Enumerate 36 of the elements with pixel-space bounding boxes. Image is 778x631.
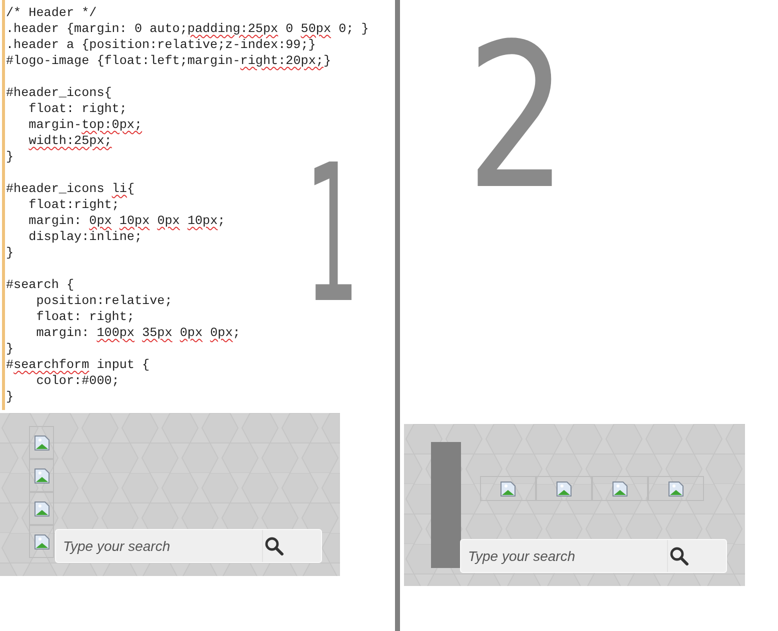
handwritten-number: 1 bbox=[305, 140, 360, 330]
code-line: position:relative; bbox=[35, 293, 172, 309]
search-field[interactable]: Type your search bbox=[55, 529, 322, 563]
code-line: color:#000; bbox=[35, 373, 120, 389]
code-line: #logo-image {float:left;margin-right:20px;} bbox=[5, 53, 331, 69]
code-line: float: right; bbox=[28, 101, 127, 117]
code-line: margin: 100px 35px 0px 0px; bbox=[35, 325, 240, 341]
code-line: margin: 0px 10px 0px 10px; bbox=[28, 213, 226, 229]
code-line: float: right; bbox=[35, 309, 134, 325]
code-line: /* Header */ bbox=[5, 5, 97, 21]
code-line: } bbox=[5, 149, 14, 165]
code-line: #header_icons{ bbox=[5, 85, 112, 101]
code-line: display:inline; bbox=[28, 229, 142, 245]
code-line: margin-top:0px; bbox=[28, 117, 142, 133]
broken-image-icon bbox=[668, 480, 684, 496]
code-line: width:25px; bbox=[28, 133, 112, 149]
broken-image-icon bbox=[34, 500, 50, 516]
code-line: } bbox=[5, 245, 14, 261]
broken-image-icon bbox=[612, 480, 628, 496]
broken-image-icon bbox=[500, 480, 516, 496]
code-line: #search { bbox=[5, 277, 74, 293]
broken-image-icon bbox=[556, 480, 572, 496]
search-icon[interactable] bbox=[669, 546, 689, 566]
broken-image-icon bbox=[34, 434, 50, 450]
broken-image-icon bbox=[34, 534, 50, 550]
code-line: float:right; bbox=[28, 197, 120, 213]
code-line: } bbox=[5, 341, 14, 357]
code-line: #searchform input { bbox=[5, 357, 150, 373]
code-line: .header {margin: 0 auto;padding:25px 0 50px 0; } bbox=[5, 21, 369, 37]
code-line: .header a {position:relative;z-index:99;} bbox=[5, 37, 316, 53]
code-line: } bbox=[5, 389, 14, 405]
code-line: #header_icons li{ bbox=[5, 181, 134, 197]
handwritten-number: 2 bbox=[466, 18, 568, 218]
search-field[interactable]: Type your search bbox=[460, 539, 727, 573]
broken-image-icon bbox=[34, 468, 50, 484]
search-icon[interactable] bbox=[264, 536, 284, 556]
